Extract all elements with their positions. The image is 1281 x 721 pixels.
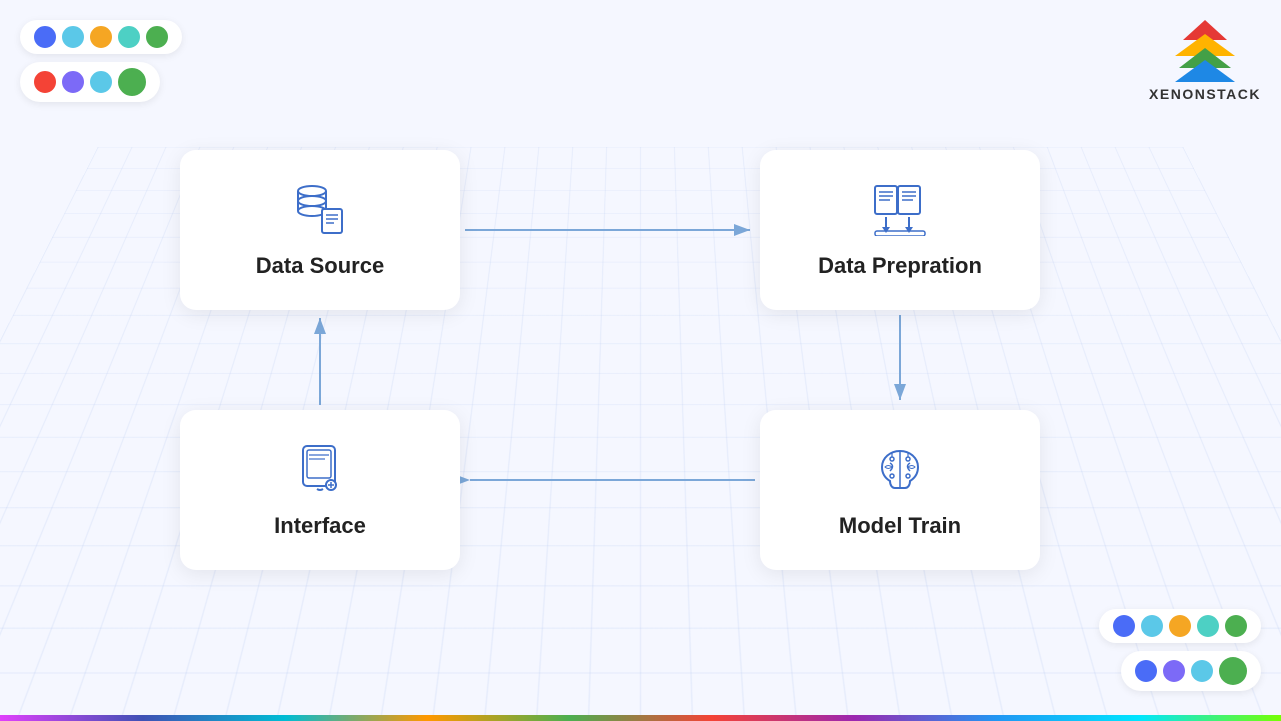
dot-1	[34, 26, 56, 48]
xenonstack-logo-icon	[1175, 20, 1235, 80]
diagram-container: Data Source Data P	[180, 150, 1040, 570]
decorator-bottom-row-1	[1099, 609, 1261, 643]
dot-b7	[1163, 660, 1185, 682]
brain-icon	[870, 441, 930, 503]
dot-3	[90, 26, 112, 48]
datasource-label: Data Source	[256, 253, 384, 279]
xenonstack-label: XENONSTACK	[1149, 86, 1261, 102]
logo-layer-blue	[1175, 60, 1235, 82]
dot-b-green-large	[1219, 657, 1247, 685]
dot-b2	[1141, 615, 1163, 637]
dot-5	[146, 26, 168, 48]
dot-b5	[1225, 615, 1247, 637]
database-icon	[290, 181, 350, 243]
dot-b3	[1169, 615, 1191, 637]
decorator-row-2	[20, 62, 160, 102]
modeltrain-label: Model Train	[839, 513, 961, 539]
dot-6	[34, 71, 56, 93]
logo-area: XENONSTACK	[1149, 20, 1261, 102]
dot-b4	[1197, 615, 1219, 637]
box-modeltrain[interactable]: Model Train	[760, 410, 1040, 570]
dot-green-large	[118, 68, 146, 96]
dataprep-label: Data Prepration	[818, 253, 982, 279]
tablet-icon	[293, 441, 348, 503]
bottom-right-decorators	[1099, 609, 1261, 691]
dot-8	[90, 71, 112, 93]
box-datasource[interactable]: Data Source	[180, 150, 460, 310]
decorator-bottom-row-2	[1121, 651, 1261, 691]
documents-icon	[870, 181, 930, 243]
interface-label: Interface	[274, 513, 366, 539]
box-interface[interactable]: Interface	[180, 410, 460, 570]
box-dataprep[interactable]: Data Prepration	[760, 150, 1040, 310]
bottom-color-bar	[0, 715, 1281, 721]
top-left-decorators	[20, 20, 182, 102]
dot-b6	[1135, 660, 1157, 682]
dot-b1	[1113, 615, 1135, 637]
dot-7	[62, 71, 84, 93]
decorator-row-1	[20, 20, 182, 54]
dot-b8	[1191, 660, 1213, 682]
dot-2	[62, 26, 84, 48]
dot-4	[118, 26, 140, 48]
